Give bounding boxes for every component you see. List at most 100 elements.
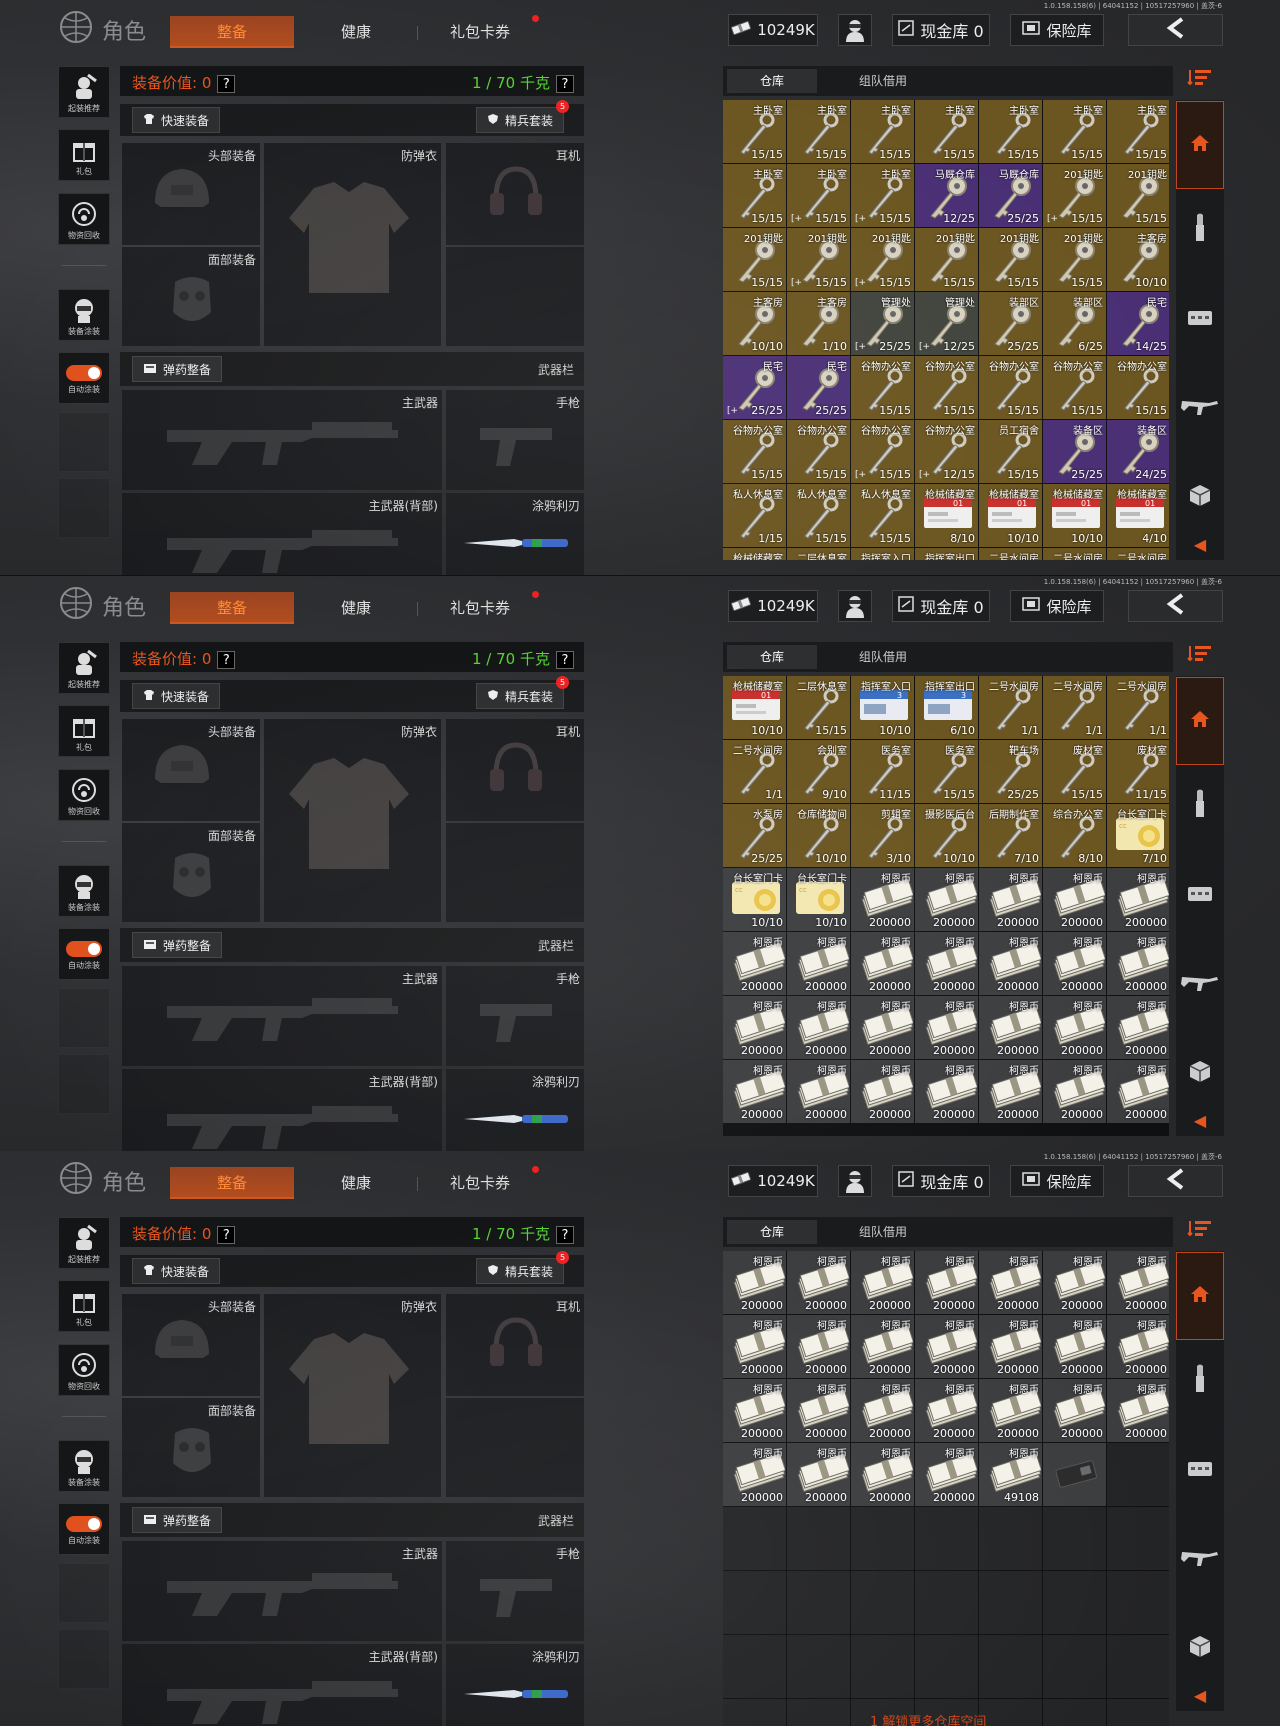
inventory-item[interactable]: 废材室 15/15	[1043, 740, 1106, 803]
inventory-item[interactable]: 民宅 25/25 [+	[723, 356, 786, 419]
inventory-item[interactable]: 01 枪械储藏室 10/10	[723, 676, 786, 739]
armor-slot[interactable]: 防弹衣	[264, 143, 441, 346]
category-box[interactable]	[1176, 457, 1224, 537]
inventory-item[interactable]: 装部区 6/25	[1043, 292, 1106, 355]
inventory-item[interactable]: 主客房 10/10	[723, 292, 786, 355]
inventory-item[interactable]: 柯恩币 200000	[979, 868, 1042, 931]
inventory-item[interactable]: 柯恩币 200000	[1043, 1379, 1106, 1442]
inventory-item[interactable]: 谷物办公室 15/15 [+	[851, 420, 914, 483]
primary-back-slot[interactable]: 主武器(背部)	[122, 1069, 442, 1151]
inventory-item[interactable]: 柯恩币 200000	[915, 996, 978, 1059]
melee-slot[interactable]: 涂鸦利刃	[446, 1644, 584, 1726]
inventory-item[interactable]: 201钥匙 15/15 [+	[1043, 164, 1106, 227]
tab-gift-cards[interactable]: 礼包卡券	[430, 1167, 530, 1199]
gift-button[interactable]: 礼包	[58, 129, 110, 181]
inventory-item[interactable]: 柯恩币 200000	[915, 1315, 978, 1378]
inventory-item[interactable]: 谷物办公室 15/15	[979, 356, 1042, 419]
empty-inventory-slot[interactable]	[979, 1571, 1042, 1634]
category-home[interactable]	[1176, 101, 1224, 189]
inventory-item[interactable]: 谷物办公室 12/15 [+	[915, 420, 978, 483]
inventory-item[interactable]: 民宅 14/25	[1107, 292, 1169, 355]
inventory-item[interactable]: 主卧室 15/15	[979, 100, 1042, 163]
inventory-item[interactable]: 二号水间房	[979, 548, 1042, 560]
inventory-item[interactable]: 柯恩币 200000	[915, 932, 978, 995]
inventory-item[interactable]: 柯恩币 200000	[979, 1379, 1042, 1442]
face-gear-slot[interactable]: 面部装备	[122, 823, 260, 922]
quick-equip-button[interactable]: 快速装备	[132, 107, 221, 133]
empty-inventory-slot[interactable]	[723, 1635, 786, 1698]
inventory-item[interactable]: 3 指挥室入口 10/10	[851, 676, 914, 739]
inventory-item[interactable]: 柯恩币 200000	[1107, 1379, 1169, 1442]
inventory-item[interactable]: 谷物办公室 15/15	[851, 356, 914, 419]
head-gear-slot[interactable]: 头部装备	[122, 1294, 260, 1396]
primary-back-slot[interactable]: 主武器(背部)	[122, 493, 442, 575]
inventory-item[interactable]: 01 枪械储藏室 10/10	[979, 484, 1042, 547]
help-icon[interactable]: ?	[217, 75, 236, 93]
collapse-arrow-icon[interactable]: ◀	[1176, 1106, 1224, 1136]
category-home[interactable]	[1176, 1252, 1224, 1340]
tab-health[interactable]: 健康	[316, 16, 396, 48]
sort-settings-icon[interactable]	[1180, 1219, 1220, 1245]
ammo-prep-button[interactable]: 弹药整备	[132, 1507, 223, 1533]
inventory-item[interactable]: 柯恩币 200000	[915, 1251, 978, 1314]
category-rifle[interactable]	[1176, 1519, 1224, 1599]
inventory-item[interactable]: 医务室 11/15	[851, 740, 914, 803]
inventory-item[interactable]: 柯恩币 200000	[787, 1315, 850, 1378]
category-ammo[interactable]	[1176, 1341, 1224, 1421]
inventory-item[interactable]: 管理处 12/25 [+	[915, 292, 978, 355]
category-chest[interactable]	[1176, 855, 1224, 935]
empty-inventory-slot[interactable]	[1043, 1507, 1106, 1570]
empty-inventory-slot[interactable]	[1043, 1699, 1106, 1726]
inventory-item[interactable]: 主卧室 15/15	[723, 164, 786, 227]
tab-gift-cards[interactable]: 礼包卡券	[430, 16, 530, 48]
back-button[interactable]	[1128, 14, 1223, 46]
help-icon[interactable]: ?	[217, 1226, 236, 1244]
inventory-item[interactable]: 01 枪械储藏室 10/10	[1043, 484, 1106, 547]
inventory-item[interactable]: 主卧室 15/15	[787, 100, 850, 163]
melee-slot[interactable]: 涂鸦利刃	[446, 493, 584, 575]
inventory-item[interactable]: 201钥匙 15/15	[979, 228, 1042, 291]
inventory-item[interactable]: 二号水间房 1/1	[723, 740, 786, 803]
back-button[interactable]	[1128, 1165, 1223, 1197]
toggle-switch[interactable]	[66, 365, 102, 381]
inventory-item[interactable]: 二号水间房 1/1	[1043, 676, 1106, 739]
inventory-item[interactable]: 柯恩币 200000	[979, 1251, 1042, 1314]
skin-button[interactable]: 装备涂装	[58, 289, 110, 341]
inventory-item[interactable]: 柯恩币 200000	[915, 1379, 978, 1442]
quick-equip-button[interactable]: 快速装备	[132, 1258, 221, 1284]
pistol-slot[interactable]: 手枪	[446, 1541, 584, 1641]
inventory-item[interactable]: 柯恩币 200000	[787, 1060, 850, 1123]
category-box[interactable]	[1176, 1608, 1224, 1688]
inventory-item[interactable]: 201钥匙 15/15	[1107, 164, 1169, 227]
primary-weapon-slot[interactable]: 主武器	[122, 390, 442, 490]
inventory-item[interactable]: 柯恩币 200000	[1107, 1315, 1169, 1378]
inventory-item[interactable]: 医务室 15/15	[915, 740, 978, 803]
empty-inventory-slot[interactable]	[851, 1507, 914, 1570]
inventory-item[interactable]: 柯恩币 200000	[851, 1443, 914, 1506]
empty-gear-slot[interactable]	[446, 1398, 584, 1497]
head-gear-slot[interactable]: 头部装备	[122, 719, 260, 821]
tab-gift-cards[interactable]: 礼包卡券	[430, 592, 530, 624]
skin-button[interactable]: 装备涂装	[58, 1440, 110, 1492]
inventory-item[interactable]: 201钥匙 15/15 [+	[851, 228, 914, 291]
recycle-button[interactable]: 物资回收	[58, 769, 110, 821]
inventory-item[interactable]: 二号水间房	[1107, 548, 1169, 560]
inventory-item[interactable]: 装部区 25/25	[979, 292, 1042, 355]
inventory-item[interactable]: 柯恩币 200000	[851, 996, 914, 1059]
inventory-item[interactable]: 私人休息室 15/15	[787, 484, 850, 547]
help-icon[interactable]: ?	[556, 75, 574, 93]
inventory-item[interactable]: 摄影医后台 10/10	[915, 804, 978, 867]
inventory-item[interactable]: 后期制作室 7/10	[979, 804, 1042, 867]
inventory-item[interactable]: 综合办公室 8/10	[1043, 804, 1106, 867]
sort-settings-icon[interactable]	[1180, 644, 1220, 670]
primary-back-slot[interactable]: 主武器(背部)	[122, 1644, 442, 1726]
back-button[interactable]	[1128, 590, 1223, 622]
empty-gear-slot[interactable]	[446, 823, 584, 922]
inventory-item[interactable]: 员工宿舍 15/15	[979, 420, 1042, 483]
tab-warehouse[interactable]: 仓库	[727, 69, 817, 93]
empty-inventory-slot[interactable]	[1043, 1571, 1106, 1634]
tab-warehouse[interactable]: 仓库	[727, 1220, 817, 1244]
inventory-item[interactable]: 二号水间房 1/1	[979, 676, 1042, 739]
inventory-item[interactable]: 3 指挥室出口 6/10	[915, 676, 978, 739]
inventory-item[interactable]: 柯恩币 200000	[787, 996, 850, 1059]
